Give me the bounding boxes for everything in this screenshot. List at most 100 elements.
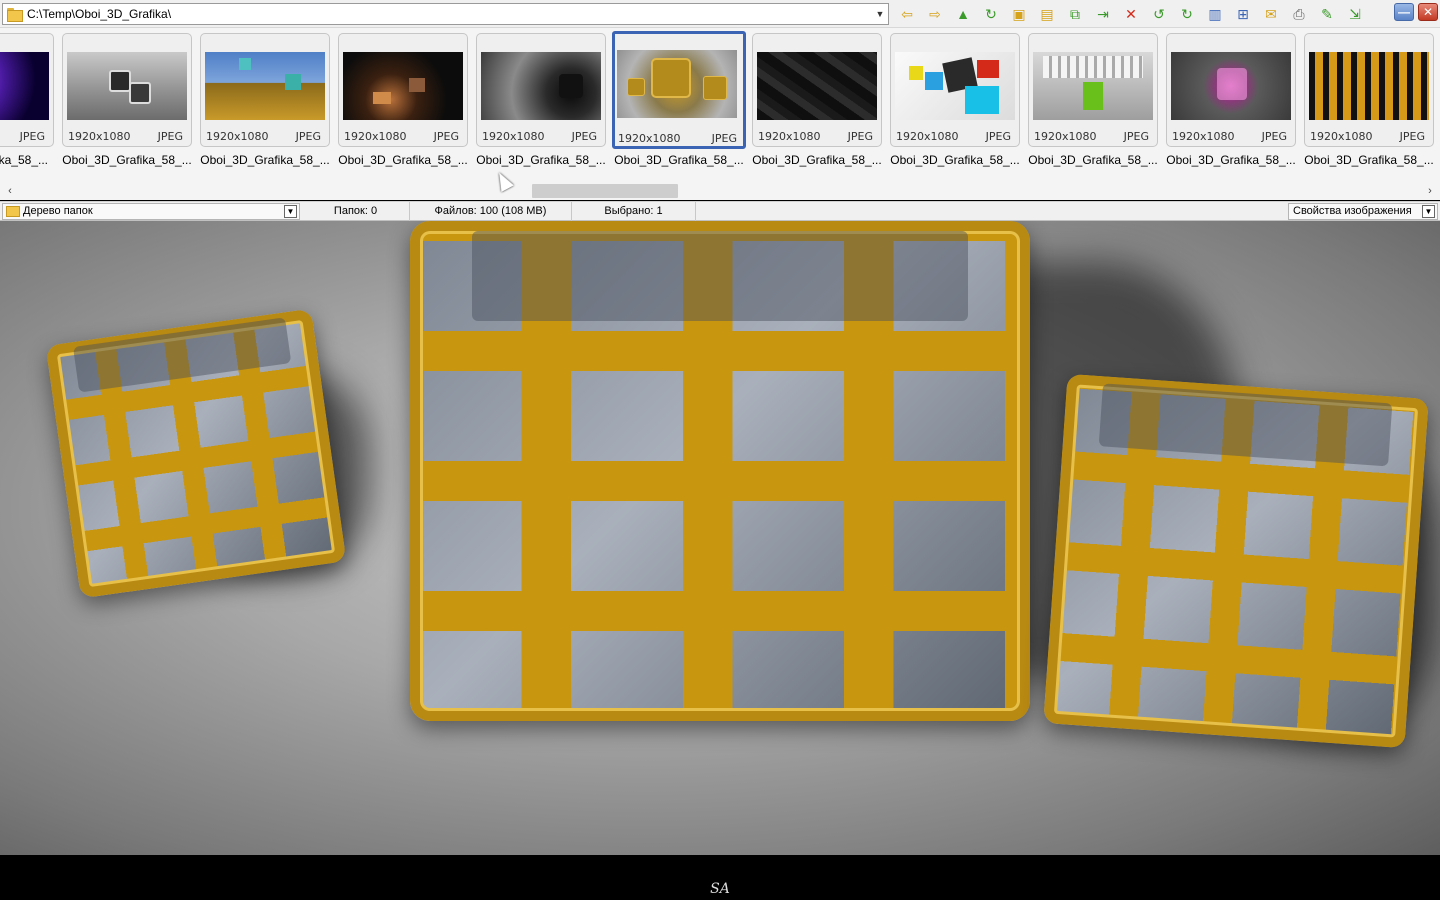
thumbnail-name: Oboi_3D_Grafika_58_... <box>338 153 468 167</box>
selected-count: Выбрано: 1 <box>572 202 696 221</box>
thumbnail-resolution: 1920x1080 <box>206 130 269 143</box>
thumbnail-resolution: 1920x1080 <box>618 132 681 145</box>
move-to-icon[interactable]: ⇥ <box>1089 3 1117 25</box>
status-bar: Дерево папок ▼ Папок: 0 Файлов: 100 (108… <box>0 201 1440 221</box>
thumbnail-format: JPEG <box>985 130 1011 143</box>
small-cube-left <box>45 308 347 599</box>
chevron-down-icon[interactable]: ▼ <box>1422 205 1435 218</box>
toolbar: ⇦ ⇨ ▲ ↻ ▣ ▤ ⧉ ⇥ ✕ ↺ ↻ ▥ ⊞ ✉ ⎙ ✎ ⇲ <box>893 3 1369 25</box>
folder-icon <box>6 7 24 22</box>
address-dropdown-button[interactable]: ▼ <box>872 4 888 24</box>
rotate-right-icon[interactable]: ↻ <box>1173 3 1201 25</box>
thumbnail-resolution: 1920x1080 <box>482 130 545 143</box>
thumbnail-image <box>617 50 737 118</box>
thumbnail-format: JPEG <box>1123 130 1149 143</box>
forward-arrow-icon[interactable]: ⇨ <box>921 3 949 25</box>
folder-count: Папок: 0 <box>302 202 410 221</box>
image-properties-dropdown[interactable]: Свойства изображения ▼ <box>1288 203 1438 220</box>
thumbnail-name: Oboi_3D_Grafika_58_... <box>614 153 744 167</box>
thumbnail-item[interactable]: 1920x1080 JPEG <box>338 33 468 147</box>
export-icon[interactable]: ⇲ <box>1341 3 1369 25</box>
delete-icon[interactable]: ✕ <box>1117 3 1145 25</box>
thumbnail-name: ika_58_... <box>0 153 48 167</box>
thumbnail-format: JPEG <box>295 130 321 143</box>
thumbnail-item[interactable]: 1920x1080 JPEG <box>752 33 882 147</box>
chevron-down-icon[interactable]: ▼ <box>284 205 297 218</box>
minimize-button[interactable]: — <box>1394 3 1414 21</box>
image-preview[interactable] <box>0 221 1440 855</box>
folder-icon <box>6 206 20 217</box>
large-cube <box>410 221 1030 721</box>
top-bar: C:\Temp\Oboi_3D_Grafika\ ▼ ⇦ ⇨ ▲ ↻ ▣ ▤ ⧉… <box>0 0 1440 28</box>
rotate-left-icon[interactable]: ↺ <box>1145 3 1173 25</box>
thumbnail-item-selected[interactable]: 1920x1080 JPEG <box>612 31 746 149</box>
scroll-right-icon[interactable]: › <box>1423 184 1437 198</box>
bottom-bar: SA <box>0 855 1440 900</box>
medium-cube-right <box>1043 373 1429 749</box>
thumbnail-name: Oboi_3D_Grafika_58_... <box>752 153 882 167</box>
thumbnail-image <box>205 52 325 120</box>
folder-tree-dropdown[interactable]: Дерево папок ▼ <box>2 203 300 220</box>
thumbnail-name: Oboi_3D_Grafika_58_... <box>62 153 192 167</box>
new-folder-icon[interactable]: ▣ <box>1005 3 1033 25</box>
refresh-icon[interactable]: ↻ <box>977 3 1005 25</box>
thumbnail-image <box>0 52 49 120</box>
thumbnail-format: JPEG <box>1261 130 1287 143</box>
thumbnail-item[interactable]: 1920x1080 JPEG <box>1028 33 1158 147</box>
thumbnail-name: Oboi_3D_Grafika_58_... <box>1028 153 1158 167</box>
thumbnail-format: JPEG <box>157 130 183 143</box>
thumbnail-item[interactable]: 1920x1080 JPEG <box>1166 33 1296 147</box>
thumbnail-image <box>1309 52 1429 120</box>
thumbnail-resolution: 1920x1080 <box>1034 130 1097 143</box>
thumbnail-format: JPEG <box>19 130 45 143</box>
thumbnail-resolution: 1920x1080 <box>344 130 407 143</box>
back-arrow-icon[interactable]: ⇦ <box>893 3 921 25</box>
thumbnail-item[interactable]: JPEG <box>0 33 54 147</box>
thumbnail-name: Oboi_3D_Grafika_58_... <box>890 153 1020 167</box>
address-path[interactable]: C:\Temp\Oboi_3D_Grafika\ <box>27 4 872 24</box>
compare-icon[interactable]: ▥ <box>1201 3 1229 25</box>
address-bar[interactable]: C:\Temp\Oboi_3D_Grafika\ ▼ <box>2 3 889 25</box>
thumbnail-item[interactable]: 1920x1080 JPEG <box>476 33 606 147</box>
thumbnail-image <box>481 52 601 120</box>
folder-tree-label: Дерево папок <box>23 205 93 217</box>
scrollbar-thumb[interactable] <box>532 184 678 198</box>
window-controls: — ✕ <box>1394 3 1438 21</box>
thumbnail-name: Oboi_3D_Grafika_58_... <box>1166 153 1296 167</box>
thumbnail-image <box>67 52 187 120</box>
image-properties-label: Свойства изображения <box>1293 205 1412 217</box>
folder-open-icon[interactable]: ▤ <box>1033 3 1061 25</box>
thumbnail-format: JPEG <box>571 130 597 143</box>
thumbnail-resolution: 1920x1080 <box>1172 130 1235 143</box>
scroll-left-icon[interactable]: ‹ <box>3 184 17 198</box>
thumbnail-image <box>1171 52 1291 120</box>
signature-text: SA <box>710 881 730 897</box>
crop-icon[interactable]: ⊞ <box>1229 3 1257 25</box>
copy-to-icon[interactable]: ⧉ <box>1061 3 1089 25</box>
thumbnail-strip[interactable]: JPEG ika_58_... 1920x1080 JPEG Oboi_3D_G… <box>0 28 1440 182</box>
thumbnail-name: Oboi_3D_Grafika_58_... <box>476 153 606 167</box>
folder-up-icon[interactable]: ▲ <box>949 3 977 25</box>
thumbnail-format: JPEG <box>847 130 873 143</box>
thumbnail-item[interactable]: 1920x1080 JPEG <box>62 33 192 147</box>
thumbnail-resolution: 1920x1080 <box>758 130 821 143</box>
thumbnail-resolution: 1920x1080 <box>896 130 959 143</box>
thumbnail-item[interactable]: 1920x1080 JPEG <box>1304 33 1434 147</box>
thumbnail-image <box>343 52 463 120</box>
edit-icon[interactable]: ✎ <box>1313 3 1341 25</box>
thumbnail-format: JPEG <box>711 132 737 145</box>
thumbnail-format: JPEG <box>433 130 459 143</box>
thumbnail-image <box>757 52 877 120</box>
thumbnail-image <box>895 52 1015 120</box>
thumbnail-item[interactable]: 1920x1080 JPEG <box>890 33 1020 147</box>
thumbnail-resolution: 1920x1080 <box>1310 130 1373 143</box>
close-button[interactable]: ✕ <box>1418 3 1438 21</box>
thumbnail-name: Oboi_3D_Grafika_58_... <box>200 153 330 167</box>
thumbnail-resolution: 1920x1080 <box>68 130 131 143</box>
thumbnail-item[interactable]: 1920x1080 JPEG <box>200 33 330 147</box>
email-icon[interactable]: ✉ <box>1257 3 1285 25</box>
print-icon[interactable]: ⎙ <box>1285 3 1313 25</box>
thumbnail-scrollbar[interactable]: ‹ › <box>0 182 1440 200</box>
thumbnail-image <box>1033 52 1153 120</box>
file-count: Файлов: 100 (108 MB) <box>410 202 572 221</box>
